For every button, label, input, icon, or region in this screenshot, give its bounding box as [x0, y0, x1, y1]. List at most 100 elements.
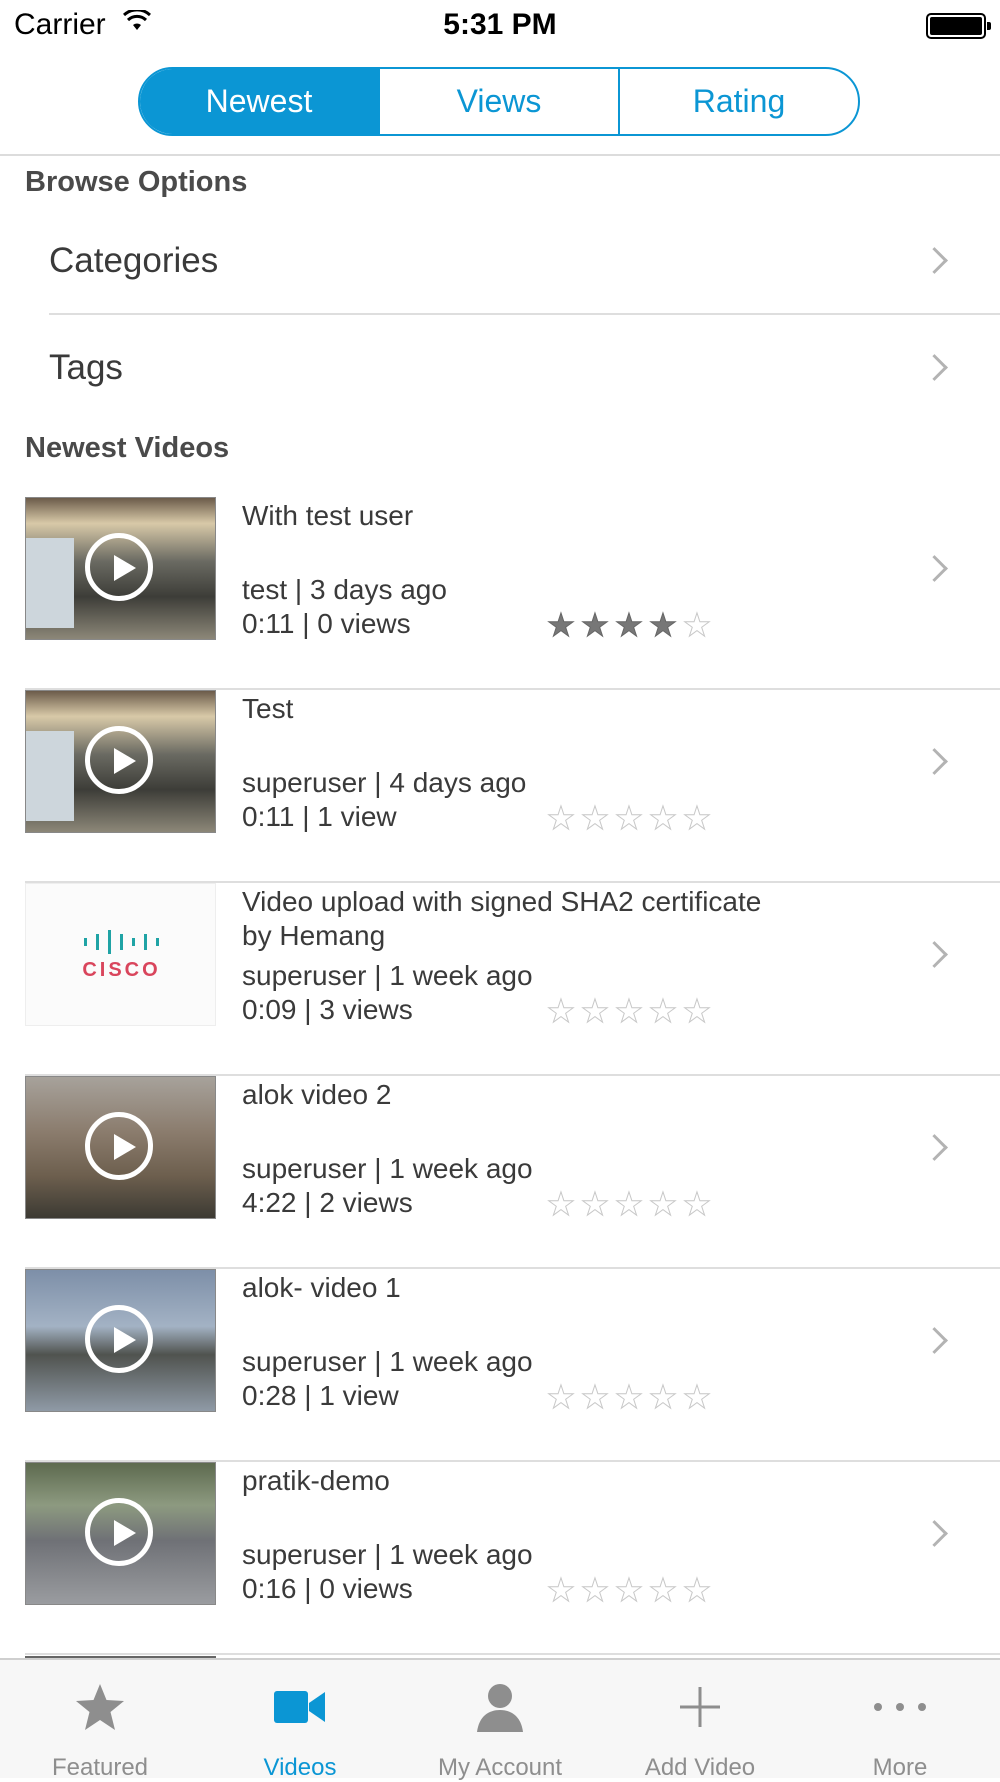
- video-row[interactable]: CISCO Video upload with signed SHA2 cert…: [0, 883, 1000, 1076]
- segment-newest[interactable]: Newest: [140, 69, 378, 134]
- star-empty-icon: ★: [648, 1572, 678, 1608]
- row-divider: [25, 1653, 1000, 1655]
- star-filled-icon: ★: [648, 607, 678, 643]
- star-empty-icon: ★: [546, 993, 576, 1029]
- browse-row-tags[interactable]: Tags: [0, 315, 1000, 421]
- video-camera-icon: [200, 1680, 400, 1734]
- star-empty-icon: ★: [648, 800, 678, 836]
- status-bar: Carrier 5:31 PM: [0, 0, 1000, 52]
- chevron-right-icon: [921, 555, 948, 582]
- battery-icon: [926, 13, 991, 39]
- cisco-logo: CISCO: [26, 929, 215, 982]
- video-byline: test | 3 days ago: [242, 574, 447, 605]
- video-byline: superuser | 1 week ago: [242, 1153, 533, 1184]
- star-empty-icon: ★: [682, 1572, 712, 1608]
- browse-row-label: Categories: [49, 241, 219, 280]
- rating-stars: ★ ★ ★ ★ ★: [545, 993, 713, 1029]
- star-empty-icon: ★: [580, 1186, 610, 1222]
- star-empty-icon: ★: [546, 1186, 576, 1222]
- cisco-logo-text: CISCO: [82, 959, 161, 981]
- chevron-right-icon: [921, 1327, 948, 1354]
- video-title: pratik-demo: [242, 1465, 390, 1496]
- rating-stars: ★ ★ ★ ★ ★: [545, 1572, 713, 1608]
- video-byline: superuser | 1 week ago: [242, 1346, 533, 1377]
- star-empty-icon: ★: [614, 1379, 644, 1415]
- video-stats: 0:16 | 0 views: [242, 1573, 413, 1604]
- video-byline: superuser | 4 days ago: [242, 767, 527, 798]
- segment-rating[interactable]: Rating: [618, 69, 858, 134]
- video-thumbnail: [25, 497, 216, 640]
- star-empty-icon: ★: [546, 1572, 576, 1608]
- video-row[interactable]: With test user test | 3 days ago 0:11 | …: [0, 497, 1000, 690]
- video-title: alok video 2: [242, 1079, 392, 1110]
- chevron-right-icon: [921, 1520, 948, 1547]
- star-filled-icon: ★: [614, 607, 644, 643]
- star-empty-icon: ★: [648, 993, 678, 1029]
- video-row[interactable]: alok video 2 superuser | 1 week ago 4:22…: [0, 1076, 1000, 1269]
- star-empty-icon: ★: [580, 1572, 610, 1608]
- video-stats: 0:11 | 1 view: [242, 801, 397, 832]
- chevron-right-icon: [921, 247, 948, 274]
- rating-stars: ★ ★ ★ ★ ★: [545, 800, 713, 836]
- star-empty-icon: ★: [580, 993, 610, 1029]
- video-stats: 0:09 | 3 views: [242, 994, 413, 1025]
- star-empty-icon: ★: [614, 1186, 644, 1222]
- video-thumbnail: [25, 1269, 216, 1412]
- chevron-right-icon: [921, 1134, 948, 1161]
- rating-stars: ★ ★ ★ ★ ★: [545, 1186, 713, 1222]
- star-empty-icon: ★: [648, 1379, 678, 1415]
- segment-views[interactable]: Views: [378, 69, 618, 134]
- star-empty-icon: ★: [546, 1379, 576, 1415]
- video-title: Test: [242, 693, 294, 724]
- video-byline: superuser | 1 week ago: [242, 960, 533, 991]
- star-filled-icon: ★: [580, 607, 610, 643]
- status-time: 5:31 PM: [443, 8, 557, 41]
- tab-bar: Featured Videos My Account Add Video Mor…: [0, 1658, 1000, 1781]
- chevron-right-icon: [921, 748, 948, 775]
- play-icon: [85, 726, 153, 794]
- star-empty-icon: ★: [614, 800, 644, 836]
- more-dots-icon: [800, 1680, 1000, 1734]
- star-empty-icon: ★: [682, 1379, 712, 1415]
- video-stats: 0:28 | 1 view: [242, 1380, 399, 1411]
- video-row[interactable]: pratik-demo superuser | 1 week ago 0:16 …: [0, 1462, 1000, 1655]
- browse-row-label: Tags: [49, 348, 123, 387]
- video-row[interactable]: alok- video 1 superuser | 1 week ago 0:2…: [0, 1269, 1000, 1462]
- header-divider: [0, 154, 1000, 156]
- video-thumbnail: [25, 1462, 216, 1605]
- video-thumbnail: [25, 690, 216, 833]
- video-byline: superuser | 1 week ago: [242, 1539, 533, 1570]
- video-title: alok- video 1: [242, 1272, 401, 1303]
- chevron-right-icon: [921, 941, 948, 968]
- tab-my-account[interactable]: My Account: [400, 1660, 600, 1781]
- star-empty-icon: ★: [682, 607, 712, 643]
- star-empty-icon: ★: [682, 800, 712, 836]
- video-title: With test user: [242, 500, 414, 531]
- rating-stars: ★ ★ ★ ★ ★: [545, 607, 713, 643]
- plus-icon: [600, 1680, 800, 1734]
- video-stats: 0:11 | 0 views: [242, 608, 411, 639]
- video-row[interactable]: Test superuser | 4 days ago 0:11 | 1 vie…: [0, 690, 1000, 883]
- star-empty-icon: ★: [682, 1186, 712, 1222]
- video-thumbnail: [25, 1076, 216, 1219]
- video-title: Video upload with signed SHA2 certificat…: [242, 886, 762, 951]
- play-icon: [85, 1112, 153, 1180]
- video-stats: 4:22 | 2 views: [242, 1187, 413, 1218]
- person-icon: [400, 1680, 600, 1734]
- play-icon: [85, 533, 153, 601]
- browse-row-categories[interactable]: Categories: [0, 208, 1000, 314]
- newest-videos-title: Newest Videos: [25, 432, 230, 464]
- tab-more[interactable]: More: [800, 1660, 1000, 1781]
- star-empty-icon: ★: [614, 993, 644, 1029]
- star-filled-icon: ★: [546, 607, 576, 643]
- star-empty-icon: ★: [614, 1572, 644, 1608]
- tab-videos[interactable]: Videos: [200, 1660, 400, 1781]
- star-empty-icon: ★: [580, 1379, 610, 1415]
- rating-stars: ★ ★ ★ ★ ★: [545, 1379, 713, 1415]
- play-icon: [85, 1305, 153, 1373]
- tab-featured[interactable]: Featured: [0, 1660, 200, 1781]
- tab-add-video[interactable]: Add Video: [600, 1660, 800, 1781]
- star-empty-icon: ★: [546, 800, 576, 836]
- star-empty-icon: ★: [580, 800, 610, 836]
- sort-segmented-control: Newest Views Rating: [138, 67, 860, 136]
